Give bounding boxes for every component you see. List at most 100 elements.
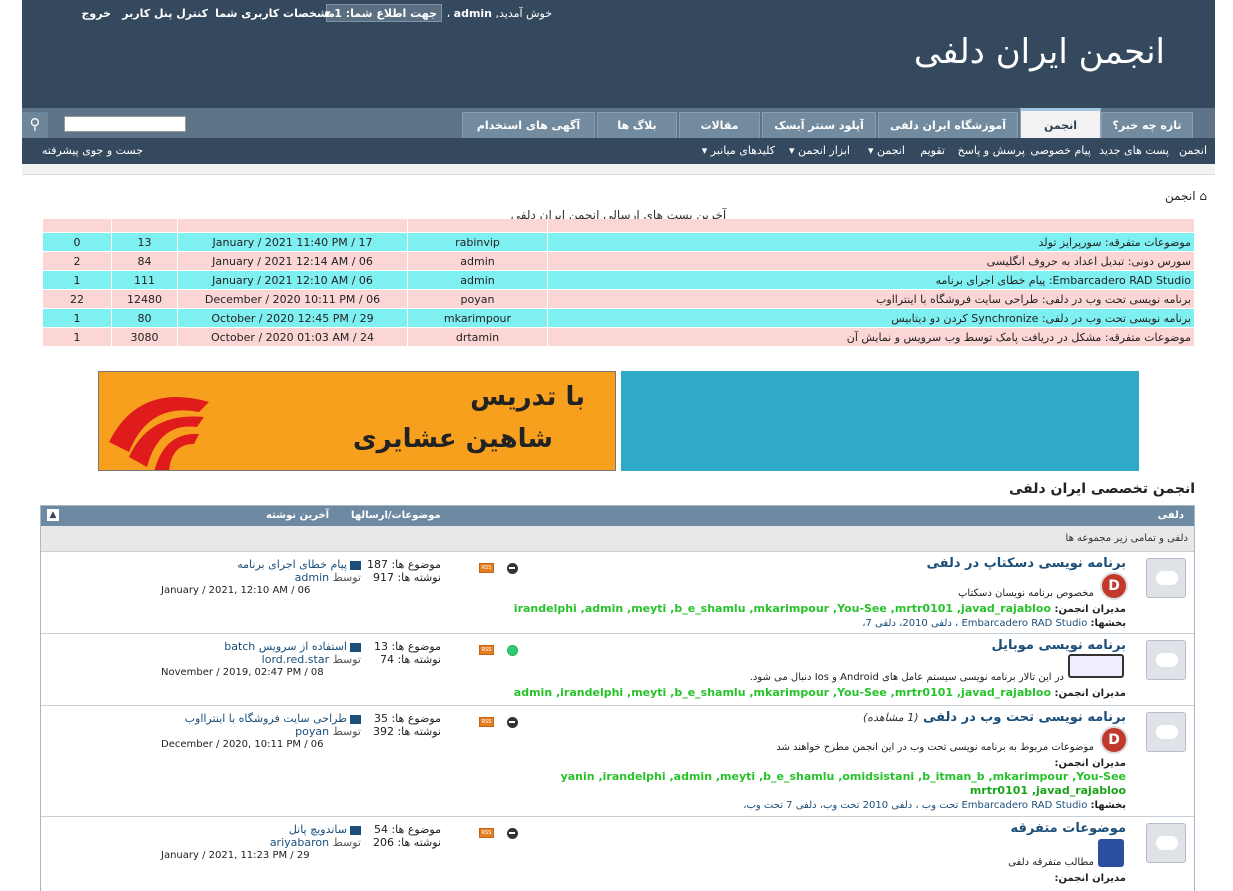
page-wrapper: خوش آمدید, admin ، جهت اطلاع شما: 1 ▾ مش… [22, 0, 1215, 891]
forum-title[interactable]: موضوعات متفرقه [1011, 821, 1126, 836]
user-cell[interactable]: admin [407, 251, 548, 271]
tab-jobs[interactable]: آگهی های استخدام [462, 112, 595, 138]
subnav-new-posts[interactable]: پست های جدید [1099, 144, 1169, 157]
subnav-private-messages[interactable]: پیام خصوصی [1030, 144, 1091, 157]
user-cell[interactable]: mkarimpour [407, 308, 548, 328]
table-row: 1 80 October / 2020 12:45 PM / 29 mkarimpou… [42, 308, 1195, 328]
goto-post-icon[interactable] [350, 825, 361, 835]
date-cell: October / 2020 12:45 PM / 29 [177, 308, 408, 328]
collapse-icon[interactable]: ▲ [47, 509, 59, 521]
forum-title[interactable]: برنامه نویسی موبایل [992, 638, 1126, 653]
forum-subforums: بخشها: Embarcadero RAD Studio تحت وب ، د… [743, 800, 1126, 811]
goto-post-icon[interactable] [350, 642, 361, 652]
ad-banner-blue[interactable] [621, 371, 1139, 471]
forum-read-icon [507, 717, 518, 728]
logout-link[interactable]: خروج [81, 7, 111, 20]
views-cell: 84 [111, 251, 178, 271]
last-post-date: November / 2019, 02:47 PM / 08 [161, 667, 324, 678]
title-cell[interactable]: موضوعات متفرقه: سورپرایز تولد [547, 232, 1195, 252]
subnav-shortcuts[interactable]: کلیدهای میانبر ▾ [702, 144, 775, 157]
forum-section-title: انجمن تخصصی ایران دلفی [1008, 481, 1195, 497]
last-post-date: January / 2021, 12:10 AM / 06 [161, 585, 311, 596]
search-button[interactable]: ⚲ [22, 112, 48, 138]
forum-moderators: مدیران انجمن: [1054, 758, 1126, 769]
forum-description: مطالب متفرقه دلفی [1008, 857, 1094, 868]
last-post-user[interactable]: lord.red.star [262, 653, 329, 666]
last-post-user[interactable]: poyan [295, 725, 329, 738]
subnav-faq[interactable]: پرسش و پاسخ [958, 144, 1025, 157]
advanced-search-link[interactable]: جست و جوی پیشرفته [42, 144, 143, 157]
last-post-user[interactable]: ariyabaron [270, 836, 329, 849]
replies-cell: 1 [42, 308, 112, 328]
welcome-text: خوش آمدید, admin ، [446, 7, 552, 20]
title-cell[interactable]: برنامه نویسی تحت وب در دلفی: Synchronize… [547, 308, 1195, 328]
forum-moderators-line1: yanin ,irandelphi ,admin ,meyti ,b_e_sha… [560, 770, 1126, 783]
tab-whats-new[interactable]: تازه چه خبر؟ [1101, 112, 1193, 138]
user-cell[interactable]: poyan [407, 289, 548, 309]
table-row: 22 12480 December / 2020 10:11 PM / 06 poya… [42, 289, 1195, 309]
latest-posts-table: 0 13 January / 2021 11:40 PM / 17 rabinvip م… [42, 219, 1195, 371]
last-post-title[interactable]: ساندویچ پانل [289, 823, 347, 836]
tab-upload-center[interactable]: آپلود سنتر آیسک [762, 112, 876, 138]
breadcrumb[interactable]: ⌂ انجمن [1165, 189, 1207, 203]
last-post-title[interactable]: طراحی سایت فروشگاه با اینترااوب [185, 712, 347, 725]
search-icon: ⚲ [29, 115, 41, 133]
forum-status-icon [1146, 640, 1186, 680]
forum-row: D برنامه نویسی دسکتاپ در دلفی مخصوص برنا… [41, 552, 1194, 634]
rss-icon[interactable]: RSS [479, 717, 494, 727]
forum-new-posts-icon [507, 645, 518, 656]
ad-banner[interactable]: با تدریس شاهین عشایری [98, 371, 616, 471]
subnav-forum-menu[interactable]: انجمن ▾ [868, 144, 905, 157]
search-input[interactable] [64, 116, 186, 132]
subnav-forum[interactable]: انجمن [1179, 144, 1207, 157]
last-post-date: January / 2021, 11:23 PM / 29 [161, 850, 310, 861]
title-cell[interactable]: موضوعات متفرقه: مشکل در دریافت پامک توسط… [547, 327, 1195, 347]
rss-icon[interactable]: RSS [479, 563, 494, 573]
user-toolbar: خوش آمدید, admin ، جهت اطلاع شما: 1 ▾ مش… [22, 3, 1215, 23]
forum-read-icon [507, 563, 518, 574]
tab-articles[interactable]: مقالات [679, 112, 760, 138]
last-post: پیام خطای اجرای برنامه توسط admin Januar… [161, 558, 361, 596]
goto-post-icon[interactable] [350, 560, 361, 570]
tab-forum[interactable]: انجمن [1020, 108, 1101, 138]
last-post-title[interactable]: پیام خطای اجرای برنامه [237, 558, 347, 571]
user-cell[interactable]: admin [407, 270, 548, 290]
forum-title[interactable]: برنامه نویسی دسکتاپ در دلفی [926, 556, 1126, 571]
goto-post-icon[interactable] [350, 714, 361, 724]
last-post-date: December / 2020, 10:11 PM / 06 [161, 739, 324, 750]
forum-stats: موضوع ها: 187 نوشته ها: 917 [366, 558, 441, 584]
last-post-header: آخرین نوشته [266, 510, 330, 521]
category-description: دلفی و تمامی زیر مجموعه ها [41, 526, 1194, 552]
misc-forum-icon [1098, 839, 1124, 867]
user-cp-link[interactable]: کنترل پنل کاربر [122, 7, 208, 20]
views-cell: 3080 [111, 327, 178, 347]
home-icon[interactable]: ⌂ [1199, 189, 1207, 203]
site-title[interactable]: انجمن ایران دلفی [914, 32, 1165, 72]
banner-line-1: با تدریس [470, 382, 585, 412]
replies-cell: 1 [42, 270, 112, 290]
date-cell: January / 2021 12:10 AM / 06 [177, 270, 408, 290]
category-name[interactable]: دلفی [1158, 510, 1184, 521]
forum-read-icon [507, 828, 518, 839]
subnav-calendar[interactable]: تقویم [920, 144, 945, 157]
my-profile-link[interactable]: مشخصات کاربری شما [215, 7, 335, 20]
views-cell: 80 [111, 308, 178, 328]
notifications-dropdown[interactable]: جهت اطلاع شما: 1 ▾ [325, 4, 442, 22]
title-cell[interactable]: سورس دونی: تبدیل اعداد به حروف انگلیسی [547, 251, 1195, 271]
tab-blogs[interactable]: بلاگ ها [597, 112, 677, 138]
last-post-user[interactable]: admin [295, 571, 329, 584]
date-cell: January / 2021 11:40 PM / 17 [177, 232, 408, 252]
date-cell: October / 2020 01:03 AM / 24 [177, 327, 408, 347]
username-link[interactable]: admin [454, 7, 492, 20]
rss-icon[interactable]: RSS [479, 645, 494, 655]
user-cell[interactable]: rabinvip [407, 232, 548, 252]
user-cell[interactable]: drtamin [407, 327, 548, 347]
table-row: 1 3080 October / 2020 01:03 AM / 24 drtamin… [42, 327, 1195, 347]
subnav-forum-tools[interactable]: ابزار انجمن ▾ [789, 144, 850, 157]
tab-academy[interactable]: آموزشگاه ایران دلفی [878, 112, 1018, 138]
rss-icon[interactable]: RSS [479, 828, 494, 838]
last-post-title[interactable]: استفاده از سرویس batch [224, 640, 347, 653]
title-cell[interactable]: برنامه نویسی تحت وب در دلفی: طراحی سایت … [547, 289, 1195, 309]
forum-title[interactable]: برنامه نویسی تحت وب در دلفی (1 مشاهده) [863, 710, 1126, 725]
title-cell[interactable]: Embarcadero RAD Studio: پیام خطای اجرای … [547, 270, 1195, 290]
